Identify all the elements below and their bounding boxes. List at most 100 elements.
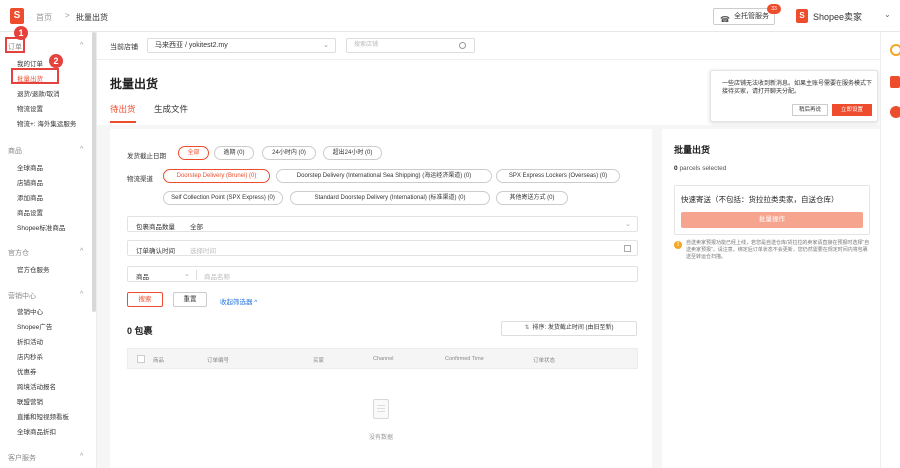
breadcrumb-separator: > (65, 11, 70, 20)
active-tab-indicator (110, 121, 136, 123)
warning-text: 自送卖家预报功能已经上线，若您是自送仓库/货拉拉的卖家请直接在预报时选择"自送卖… (686, 240, 870, 260)
bulk-action-button[interactable]: 批量操作 (681, 212, 863, 228)
product-filter-field[interactable]: 商品 ⌄ 商品名称 (127, 266, 638, 282)
parcel-qty-select[interactable]: 包裹商品数量 全部 ⌄ (127, 216, 638, 232)
sidebar-item-global-discount[interactable]: 全球商品折扣 (17, 426, 56, 436)
parcel-qty-label: 包裹商品数量 (136, 224, 175, 231)
setup-now-button[interactable]: 立即设置 (832, 104, 872, 116)
sidebar-item-ads[interactable]: Shopee广告 (17, 321, 52, 331)
managed-service-button[interactable]: ☎ 全托管服务 33 (713, 4, 781, 25)
sidebar-item-product-settings[interactable]: 商品设置 (17, 207, 43, 217)
sidebar-item-returns[interactable]: 退货/退款/取消 (17, 88, 60, 98)
sidebar-item-global-products[interactable]: 全球商品 (17, 162, 43, 172)
deadline-option-all[interactable]: 全部 (178, 146, 209, 160)
parcel-qty-value: 全部 (190, 224, 203, 231)
chevron-down-icon[interactable]: ⌄ (184, 270, 190, 278)
sidebar-group-customer-service[interactable]: 客户服务 (8, 453, 36, 463)
sidebar-item-discounts[interactable]: 折扣活动 (17, 336, 43, 346)
managed-service-label: 全托管服务 (734, 13, 769, 20)
channel-filter-label: 物流渠道 (127, 176, 153, 183)
tab-to-ship[interactable]: 待出货 (110, 103, 136, 115)
select-all-checkbox[interactable] (137, 355, 145, 363)
channel-option-brunei[interactable]: Doorstep Delivery (Brunei) (0) (163, 169, 270, 183)
shopee-logo-icon[interactable]: S (10, 8, 24, 24)
sidebar-item-logistics-plus[interactable]: 物流+: 海外集运服务 (17, 118, 76, 128)
table-header: 商品 订单编号 买家 Channel Confirmed Time 订单状态 (127, 348, 638, 369)
sidebar-item-live-video[interactable]: 直播和短视频看板 (17, 411, 69, 421)
remind-later-button[interactable]: 稍后再说 (792, 104, 828, 116)
confirm-time-label: 订单确认时间 (136, 248, 175, 255)
chevron-up-icon[interactable]: ^ (80, 146, 83, 153)
chevron-down-icon: ⌄ (625, 221, 631, 228)
sidebar-item-flash-sale[interactable]: 店内秒杀 (17, 351, 43, 361)
chevron-up-icon[interactable]: ^ (80, 291, 83, 298)
empty-state-text: 没有数据 (368, 435, 393, 441)
column-header-buyer: 买家 (313, 358, 325, 364)
chevron-down-icon[interactable]: ⌄ (884, 10, 891, 19)
channel-option-other[interactable]: 其他寄送方式 (0) (496, 191, 568, 205)
deadline-option-over-24h[interactable]: 超出24小时 (0) (323, 146, 382, 160)
channel-option-spx-lockers[interactable]: SPX Express Lockers (Overseas) (0) (496, 169, 620, 183)
seller-account-name[interactable]: Shopee卖家 (813, 10, 862, 23)
channel-option-sea-shipping[interactable]: Doorstep Delivery (International Sea Shi… (276, 169, 492, 183)
channel-option-standard-doorstep[interactable]: Standard Doorstep Delivery (Internationa… (290, 191, 490, 205)
warning-icon: ! (674, 241, 682, 249)
sort-icon: ⇅ (524, 325, 530, 331)
sidebar-item-my-orders[interactable]: 我的订单 (17, 58, 43, 68)
collapse-filters-link[interactable]: 收起筛选器 ^ (220, 296, 257, 306)
parcels-selected-label: parcels selected (679, 165, 727, 172)
search-button[interactable]: 搜索 (127, 292, 163, 307)
sidebar-item-warehouse-service[interactable]: 官方仓服务 (17, 264, 50, 274)
sidebar-item-campaigns[interactable]: 跨境活动报名 (17, 381, 56, 391)
sidebar-group-products[interactable]: 商品 (8, 146, 22, 156)
deadline-option-overdue[interactable]: 逾期 (0) (214, 146, 254, 160)
chevron-up-icon[interactable]: ^ (80, 42, 83, 49)
sidebar-group-marketing[interactable]: 营销中心 (8, 291, 36, 301)
sidebar-item-vouchers[interactable]: 优惠券 (17, 366, 37, 376)
product-name-input[interactable]: 商品名称 (204, 271, 230, 281)
sidebar-scrollbar[interactable] (92, 32, 96, 312)
step-marker-2: 2 (49, 54, 63, 68)
empty-document-icon (373, 399, 389, 419)
calendar-icon (624, 245, 631, 252)
confirm-time-picker[interactable]: 订单确认时间 选择时间 (127, 240, 638, 256)
shop-select-dropdown[interactable]: 马来西亚 / yokitest2.my ⌄ (147, 38, 336, 53)
sidebar-group-official-warehouse[interactable]: 官方仓 (8, 248, 29, 258)
sidebar-item-marketing-centre[interactable]: 营销中心 (17, 306, 43, 316)
channel-option-self-collection[interactable]: Self Collection Point (SPX Express) (0) (163, 191, 283, 205)
top-bar: S 首页 > 批量出货 ☎ 全托管服务 33 S Shopee卖家 ⌄ (0, 0, 900, 32)
current-shop-label: 当前店铺 (110, 44, 138, 51)
sidebar-item-add-product[interactable]: 添加商品 (17, 192, 43, 202)
column-header-product: 商品 (153, 358, 165, 364)
chevron-up-icon[interactable]: ^ (80, 248, 83, 255)
chevron-down-icon: ⌄ (323, 42, 329, 49)
shopee-shortcut-icon[interactable] (890, 76, 900, 88)
shop-logo-icon: S (796, 9, 808, 23)
reset-button[interactable]: 重置 (173, 292, 207, 307)
breadcrumb-home[interactable]: 首页 (36, 12, 52, 23)
assistant-icon[interactable] (890, 44, 900, 56)
quick-ship-title: 快速寄送（不包括：货拉拉类卖家，自送仓库） (681, 195, 839, 204)
shop-search-input[interactable]: 搜索店铺 (346, 38, 475, 53)
sort-dropdown[interactable]: ⇅ 排序: 发货截止时间 (由旧至新) (501, 321, 637, 336)
sort-label: 排序: 发货截止时间 (由旧至新) (532, 325, 614, 331)
search-icon (459, 42, 466, 49)
chevron-up-icon[interactable]: ^ (80, 453, 83, 460)
column-header-status: 订单状态 (533, 358, 556, 364)
highlight-box-mass-ship (11, 68, 59, 84)
page-title: 批量出货 (110, 77, 159, 91)
shop-search-placeholder: 搜索店铺 (354, 42, 379, 48)
notification-badge: 33 (767, 4, 781, 14)
field-divider (196, 270, 197, 280)
quick-ship-box: 快速寄送（不包括：货拉拉类卖家，自送仓库） 批量操作 (674, 185, 870, 235)
deadline-option-24h[interactable]: 24小时内 (0) (262, 146, 316, 160)
sidebar-item-shop-products[interactable]: 店铺商品 (17, 177, 43, 187)
shop-selector-bar: 当前店铺 马来西亚 / yokitest2.my ⌄ 搜索店铺 (97, 32, 880, 60)
sidebar-item-standard-products[interactable]: Shopee标准商品 (17, 222, 65, 232)
sidebar-item-logistics-settings[interactable]: 物流设置 (17, 103, 43, 113)
headset-icon: ☎ (720, 15, 730, 24)
product-filter-type[interactable]: 商品 (136, 271, 149, 281)
sidebar-item-affiliate[interactable]: 联盟营销 (17, 396, 43, 406)
tab-generate-file[interactable]: 生成文件 (154, 103, 188, 115)
chat-icon[interactable] (890, 106, 900, 118)
